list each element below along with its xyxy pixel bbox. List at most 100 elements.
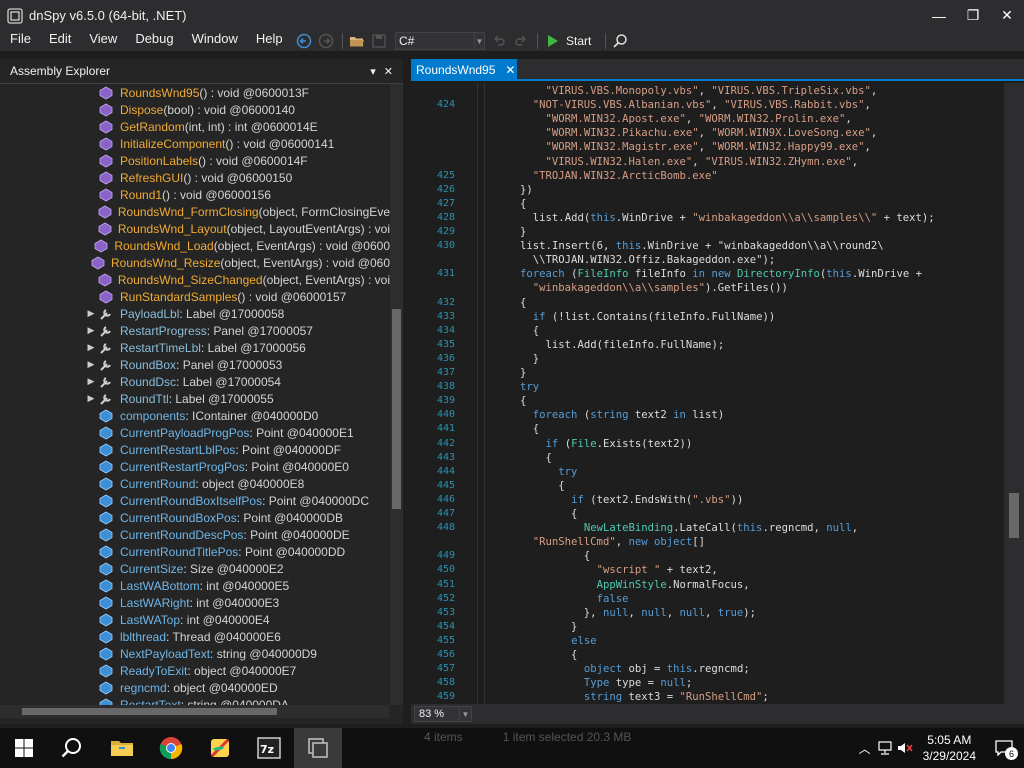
tree-item[interactable]: LastWARight : int @040000E3 (0, 594, 390, 611)
menu-edit[interactable]: Edit (40, 31, 80, 51)
undo-icon[interactable] (489, 31, 509, 51)
tree-item[interactable]: RoundsWnd_SizeChanged (object, EventArgs)… (0, 271, 390, 288)
tree-item[interactable]: CurrentRoundDescPos : Point @040000DE (0, 526, 390, 543)
tree-item[interactable]: components : IContainer @040000D0 (0, 407, 390, 424)
tree-item[interactable]: RoundsWnd_Layout (object, LayoutEventArgs… (0, 220, 390, 237)
tree-item[interactable]: GetRandom (int, int) : int @0600014E (0, 118, 390, 135)
tree-item[interactable]: CurrentRoundBoxItselfPos : Point @040000… (0, 492, 390, 509)
tree-item[interactable]: Dispose (bool) : void @06000140 (0, 101, 390, 118)
code-line[interactable]: 430 list.Insert(6, this.WinDrive + "winb… (411, 240, 884, 254)
code-line[interactable]: 435 list.Add(fileInfo.FullName); (411, 339, 724, 353)
expand-arrow-icon[interactable]: ▶ (86, 308, 96, 319)
tree-item[interactable]: CurrentRoundTitlePos : Point @040000DD (0, 543, 390, 560)
code-line[interactable]: 432 { (411, 297, 526, 311)
code-line[interactable]: "RunShellCmd", new object[] (411, 536, 705, 550)
scrollbar-thumb[interactable] (22, 708, 277, 715)
7zip-app[interactable]: 7z (245, 728, 293, 768)
tree-item[interactable]: ▶ RestartTimeLbl : Label @17000056 (0, 339, 390, 356)
code-line[interactable]: 424 "NOT-VIRUS.VBS.Albanian.vbs", "VIRUS… (411, 99, 871, 113)
code-line[interactable]: 427 { (411, 198, 526, 212)
menu-debug[interactable]: Debug (126, 31, 182, 51)
tree-item[interactable]: LastWABottom : int @040000E5 (0, 577, 390, 594)
code-line[interactable]: 457 object obj = this.regncmd; (411, 663, 750, 677)
minimize-button[interactable]: — (922, 0, 956, 31)
code-line[interactable]: 426 }) (411, 184, 533, 198)
dnspy-app[interactable] (294, 728, 342, 768)
code-line[interactable]: 450 "wscript " + text2, (411, 564, 718, 578)
code-line[interactable]: "VIRUS.WIN32.Halen.exe", "VIRUS.WIN32.ZH… (411, 156, 859, 170)
tab-roundswnd95[interactable]: RoundsWnd95 ✕ (411, 59, 517, 81)
tree-item[interactable]: ▶ RestartProgress : Panel @17000057 (0, 322, 390, 339)
code-line[interactable]: 428 list.Add(this.WinDrive + "winbakaged… (411, 212, 935, 226)
tree-item[interactable]: CurrentRoundBoxPos : Point @040000DB (0, 509, 390, 526)
tree-item[interactable]: InitializeComponent() : void @06000141 (0, 135, 390, 152)
code-line[interactable]: 458 Type type = null; (411, 677, 692, 691)
code-line[interactable]: 431 foreach (FileInfo fileInfo in new Di… (411, 268, 922, 282)
tree-item[interactable]: RefreshGUI() : void @06000150 (0, 169, 390, 186)
code-line[interactable]: 436 } (411, 353, 539, 367)
tree-item[interactable]: RunStandardSamples() : void @06000157 (0, 288, 390, 305)
file-explorer-app[interactable] (98, 728, 146, 768)
tree-item[interactable]: regncmd : object @040000ED (0, 679, 390, 696)
tree-item[interactable]: ReadyToExit : object @040000E7 (0, 662, 390, 679)
code-line[interactable]: 452 false (411, 593, 629, 607)
code-line[interactable]: \\TROJAN.WIN32.Offiz.Bakageddon.exe"); (411, 254, 775, 268)
code-line[interactable]: 454 } (411, 621, 578, 635)
tree-item[interactable]: CurrentRound : object @040000E8 (0, 475, 390, 492)
code-line[interactable]: 444 try (411, 466, 578, 480)
close-button[interactable]: ✕ (990, 0, 1024, 31)
expand-arrow-icon[interactable]: ▶ (86, 376, 96, 387)
tree-item[interactable]: RestartText : string @040000DA (0, 696, 390, 705)
tree-item[interactable]: ▶ PayloadLbl : Label @17000058 (0, 305, 390, 322)
clock[interactable]: 5:05 AM 3/29/2024 (923, 732, 976, 764)
code-line[interactable]: 451 AppWinStyle.NormalFocus, (411, 579, 750, 593)
expand-arrow-icon[interactable]: ▶ (86, 325, 96, 336)
code-line[interactable]: 429 } (411, 226, 526, 240)
tree-item[interactable]: ▶ RoundBox : Panel @17000053 (0, 356, 390, 373)
chevron-up-icon[interactable]: ︿ (855, 728, 875, 768)
code-line[interactable]: 439 { (411, 395, 526, 409)
code-line[interactable]: "WORM.WIN32.Magistr.exe", "WORM.WIN32.Ha… (411, 141, 871, 155)
code-line[interactable]: 453 }, null, null, null, true); (411, 607, 756, 621)
expand-arrow-icon[interactable]: ▶ (86, 393, 96, 404)
paint-app[interactable] (196, 728, 244, 768)
tree-item[interactable]: CurrentRestartLblPos : Point @040000DF (0, 441, 390, 458)
navigate-back-icon[interactable] (294, 31, 314, 51)
tree-item[interactable]: NextPayloadText : string @040000D9 (0, 645, 390, 662)
tree-item[interactable]: PositionLabels() : void @0600014F (0, 152, 390, 169)
code-line[interactable]: 455 else (411, 635, 597, 649)
code-line[interactable]: "winbakageddon\\a\\samples").GetFiles()) (411, 282, 788, 296)
tree-item[interactable]: lblthread : Thread @040000E6 (0, 628, 390, 645)
search-icon[interactable] (610, 31, 630, 51)
code-line[interactable]: "WORM.WIN32.Pikachu.exe", "WORM.WIN9X.Lo… (411, 127, 878, 141)
save-icon[interactable] (369, 31, 389, 51)
tree-item[interactable]: RoundsWnd_Resize (object, EventArgs) : vo… (0, 254, 390, 271)
code-line[interactable]: 448 NewLateBinding.LateCall(this.regncmd… (411, 522, 858, 536)
code-line[interactable]: 440 foreach (string text2 in list) (411, 409, 724, 423)
taskbar-search-button[interactable] (48, 728, 96, 768)
chrome-app[interactable] (147, 728, 195, 768)
code-line[interactable]: 445 { (411, 480, 565, 494)
code-line[interactable]: "WORM.WIN32.Apost.exe", "WORM.WIN32.Prol… (411, 113, 852, 127)
code-line[interactable]: 442 if (File.Exists(text2)) (411, 438, 692, 452)
panel-close-icon[interactable]: ✕ (384, 65, 393, 78)
tree-horizontal-scrollbar[interactable] (0, 705, 390, 718)
tree-item[interactable]: Round1() : void @06000156 (0, 186, 390, 203)
start-button[interactable]: Start (548, 34, 591, 48)
language-select[interactable]: C# ▼ (395, 32, 485, 50)
code-line[interactable]: 433 if (!list.Contains(fileInfo.FullName… (411, 311, 775, 325)
tree-item[interactable]: CurrentPayloadProgPos : Point @040000E1 (0, 424, 390, 441)
tree-item[interactable]: CurrentSize : Size @040000E2 (0, 560, 390, 577)
zoom-select[interactable]: 83 % ▼ (414, 706, 472, 722)
code-line[interactable]: 449 { (411, 550, 590, 564)
scrollbar-thumb[interactable] (392, 309, 401, 509)
tree-vertical-scrollbar[interactable] (390, 84, 403, 705)
maximize-button[interactable]: ❐ (956, 0, 990, 31)
code-line[interactable]: 438 try (411, 381, 539, 395)
menu-help[interactable]: Help (247, 31, 292, 51)
tree-item[interactable]: ▶ RoundTtl : Label @17000055 (0, 390, 390, 407)
scrollbar-thumb[interactable] (1009, 493, 1019, 538)
tab-close-icon[interactable]: ✕ (505, 63, 515, 77)
open-folder-icon[interactable] (347, 31, 367, 51)
redo-icon[interactable] (511, 31, 531, 51)
